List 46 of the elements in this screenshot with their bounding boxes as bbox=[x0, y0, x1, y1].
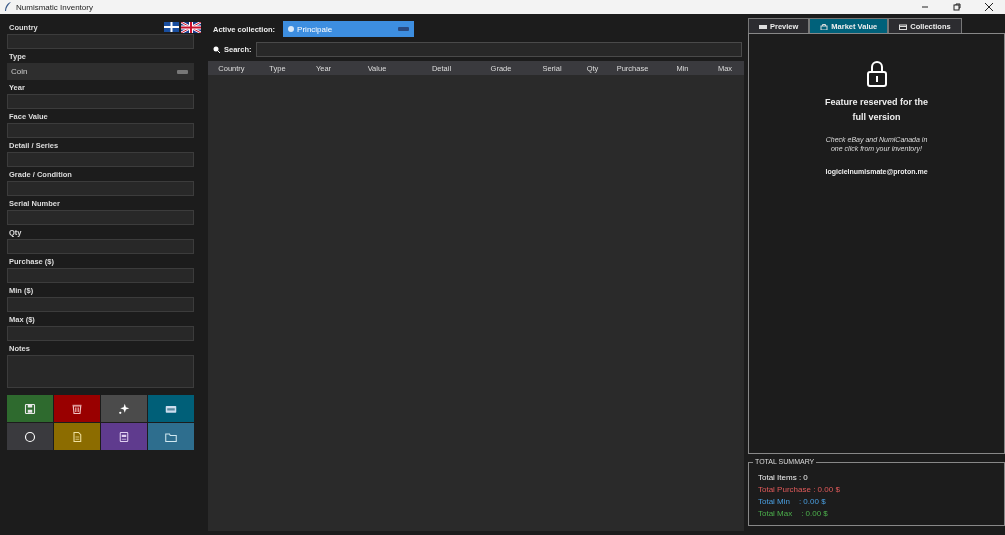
folder-icon bbox=[165, 430, 177, 443]
save-button[interactable] bbox=[7, 395, 53, 422]
text-field[interactable] bbox=[7, 239, 194, 254]
report-button[interactable] bbox=[101, 423, 147, 450]
text-field[interactable] bbox=[7, 297, 194, 312]
text-field[interactable] bbox=[7, 34, 194, 49]
quebec-flag-icon[interactable] bbox=[164, 21, 179, 32]
padlock-icon bbox=[865, 61, 888, 87]
uk-flag-icon[interactable] bbox=[181, 21, 201, 33]
text-field[interactable] bbox=[7, 210, 194, 225]
text-field[interactable] bbox=[7, 268, 194, 283]
reset-button[interactable] bbox=[7, 423, 53, 450]
sparkle-icon bbox=[118, 402, 130, 415]
window-title: Numismatic Inventory bbox=[16, 2, 93, 12]
type-dropdown[interactable]: Coin bbox=[7, 63, 194, 80]
document-icon bbox=[71, 430, 83, 443]
card-button[interactable] bbox=[148, 395, 194, 422]
lock-icon bbox=[820, 22, 829, 30]
delete-button[interactable] bbox=[54, 395, 100, 422]
circle-icon bbox=[24, 430, 36, 443]
text-field[interactable] bbox=[7, 326, 194, 341]
dropdown-handle-icon bbox=[398, 27, 410, 31]
box-icon bbox=[899, 22, 908, 30]
text-field[interactable] bbox=[7, 152, 194, 167]
restore-icon[interactable] bbox=[952, 2, 962, 12]
report-icon bbox=[118, 430, 130, 443]
dropdown-handle-icon bbox=[177, 69, 188, 74]
text-field[interactable] bbox=[7, 94, 194, 109]
folder-button[interactable] bbox=[148, 423, 194, 450]
feather-icon bbox=[4, 2, 12, 12]
search-field[interactable] bbox=[255, 42, 742, 57]
summary-line: Total Items : 0 bbox=[758, 473, 808, 482]
summary-line: Total Min : 0.00 $ bbox=[758, 497, 826, 506]
close-icon[interactable] bbox=[984, 2, 994, 12]
text-field[interactable] bbox=[7, 123, 194, 138]
new-button[interactable] bbox=[101, 395, 147, 422]
document-button[interactable] bbox=[54, 423, 100, 450]
screen-icon bbox=[759, 22, 767, 30]
summary-line: Total Purchase : 0.00 $ bbox=[758, 485, 840, 494]
text-field[interactable] bbox=[7, 181, 194, 196]
notes-field[interactable] bbox=[7, 355, 194, 388]
search-icon bbox=[213, 46, 220, 53]
feature-heading: Feature reserved for the full version bbox=[823, 96, 929, 124]
coin-icon bbox=[288, 26, 295, 32]
trash-icon bbox=[71, 402, 83, 415]
summary-line: Total Max : 0.00 $ bbox=[758, 509, 828, 518]
